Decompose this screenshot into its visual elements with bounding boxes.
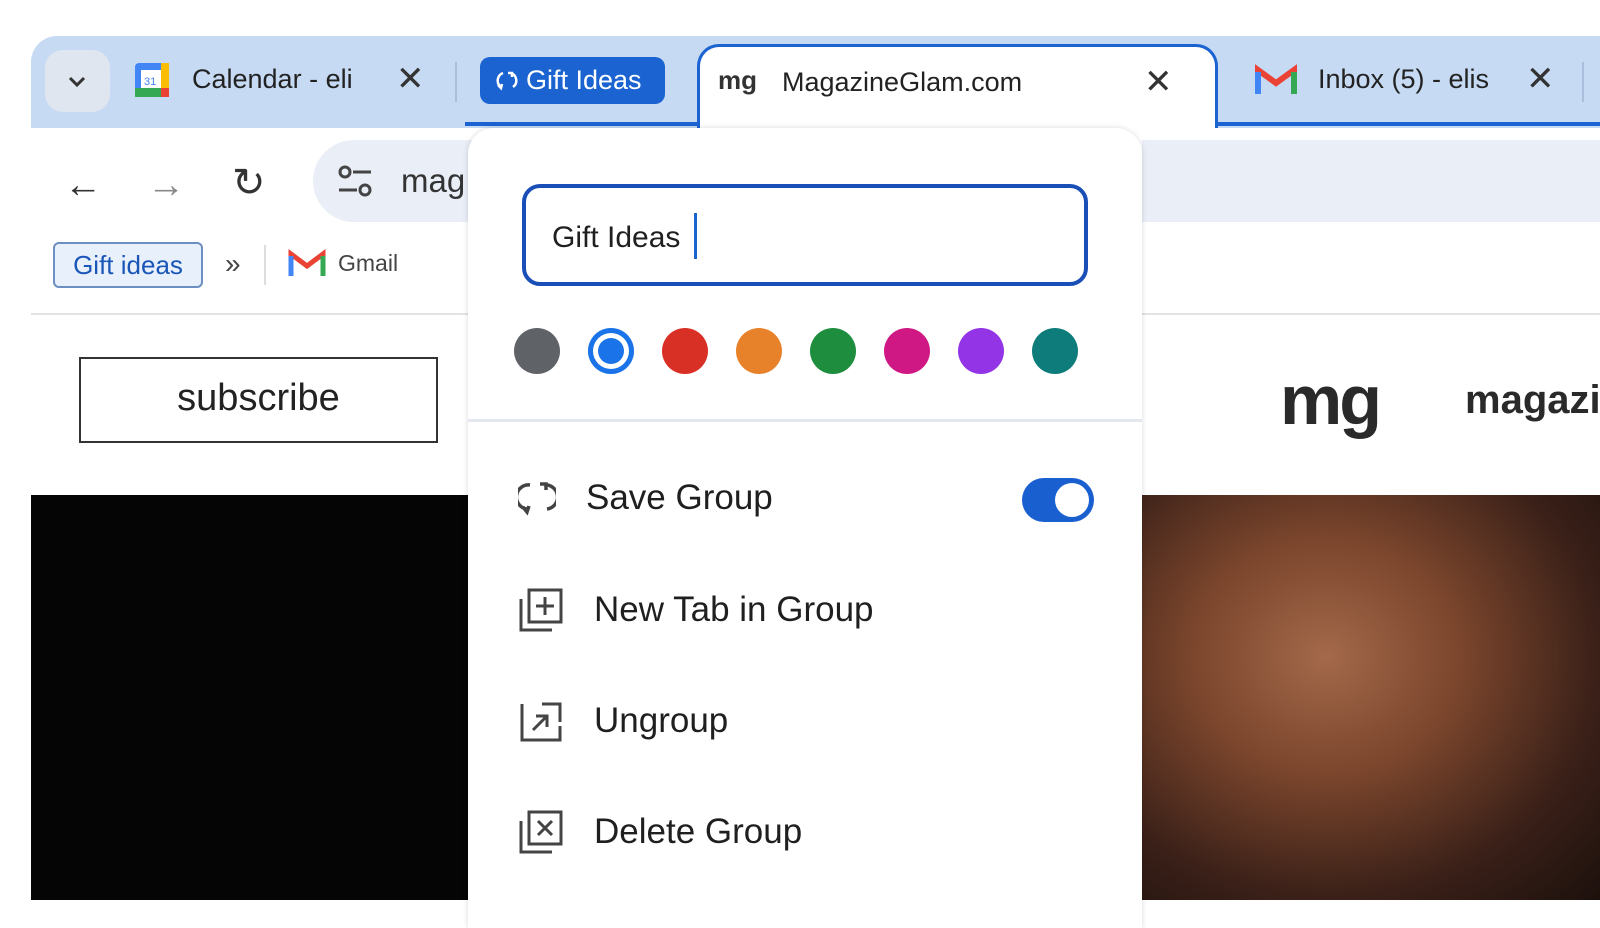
omnibox-background (1142, 140, 1600, 222)
tab-search-button[interactable] (45, 50, 110, 112)
group-underline (465, 122, 700, 126)
delete-group-icon (519, 810, 563, 854)
group-name-value: Gift Ideas (552, 221, 681, 254)
menu-item-delete-group[interactable]: Delete Group (518, 802, 802, 862)
gmail-icon (288, 249, 326, 276)
menu-item-new-tab-in-group[interactable]: New Tab in Group (518, 580, 874, 640)
color-swatch[interactable] (958, 328, 1004, 374)
bookmark-gmail[interactable]: Gmail (288, 248, 398, 278)
bookmark-separator (264, 245, 266, 285)
color-swatch[interactable] (884, 328, 930, 374)
omnibox-text: mag (401, 162, 466, 199)
back-button[interactable]: ← (64, 164, 102, 207)
toggle-knob (1055, 483, 1089, 517)
tab-inbox[interactable]: Inbox (5) - elis ✕ (1250, 50, 1570, 112)
bookmark-label: Gmail (338, 249, 399, 276)
tab-separator (1582, 62, 1584, 102)
close-tab-icon[interactable]: ✕ (396, 62, 425, 96)
more-bookmarks-button[interactable]: » (225, 248, 241, 280)
save-group-icon (518, 482, 556, 516)
hero-image (1142, 495, 1600, 900)
ungroup-icon (520, 702, 562, 742)
text-cursor (694, 213, 698, 259)
group-underline (1215, 122, 1600, 126)
chevron-down-icon (68, 76, 86, 88)
menu-item-save-group[interactable]: Save Group (518, 468, 1094, 528)
google-calendar-icon: 31 (135, 63, 169, 97)
reload-button[interactable]: ↻ (232, 160, 266, 206)
menu-item-label: New Tab in Group (594, 590, 874, 629)
menu-item-label: Delete Group (594, 812, 803, 851)
color-swatch[interactable] (736, 328, 782, 374)
color-swatch[interactable] (1032, 328, 1078, 374)
divider (468, 419, 1142, 422)
menu-item-label: Save Group (586, 478, 773, 517)
hero-image (31, 495, 468, 900)
close-tab-icon[interactable]: ✕ (1144, 65, 1173, 99)
subscribe-button[interactable]: subscribe (79, 357, 438, 443)
tab-group-editor: Gift Ideas Save Group New Tab in Group U… (468, 128, 1142, 928)
save-group-icon (496, 71, 518, 90)
site-logo[interactable]: mg (1280, 360, 1382, 440)
save-group-toggle[interactable] (1022, 478, 1094, 522)
menu-item-label: Ungroup (594, 701, 729, 740)
menu-item-ungroup[interactable]: Ungroup (518, 691, 728, 751)
gmail-icon (1255, 64, 1297, 94)
bookmark-group-gift-ideas[interactable]: Gift ideas (53, 242, 203, 288)
tab-separator (455, 62, 457, 102)
color-swatch[interactable] (662, 328, 708, 374)
svg-text:31: 31 (144, 76, 156, 88)
close-tab-icon[interactable]: ✕ (1526, 62, 1555, 96)
new-tab-in-group-icon (519, 588, 563, 632)
tab-title: MagazineGlam.com (782, 67, 1023, 97)
site-settings-icon (338, 165, 372, 197)
magazineglam-favicon: mg (718, 65, 757, 95)
site-logo-text[interactable]: magazi (1465, 378, 1600, 423)
tab-group-chip[interactable]: Gift Ideas (480, 57, 665, 104)
forward-button[interactable]: → (147, 164, 185, 207)
color-swatch[interactable] (514, 328, 560, 374)
tab-title: Calendar - eli (192, 64, 352, 94)
tab-magazineglam[interactable]: mg MagazineGlam.com ✕ (697, 44, 1218, 134)
color-swatch[interactable] (810, 328, 856, 374)
group-chip-label: Gift Ideas (526, 65, 642, 95)
tab-title: Inbox (5) - elis (1318, 64, 1490, 94)
group-name-input[interactable]: Gift Ideas (522, 184, 1088, 286)
color-swatch[interactable] (588, 328, 634, 374)
tab-calendar[interactable]: 31 Calendar - eli ✕ (128, 50, 438, 112)
